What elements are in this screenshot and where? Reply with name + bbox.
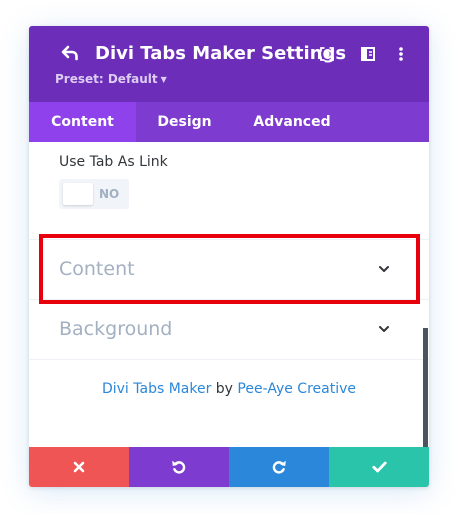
more-options-button[interactable] <box>391 44 411 64</box>
preset-label: Preset: Default <box>55 72 158 86</box>
scrollbar[interactable] <box>423 328 428 447</box>
preset-selector[interactable]: Preset: Default ▼ <box>55 71 167 88</box>
expand-icon <box>320 47 334 61</box>
settings-modal: Divi Tabs Maker Settings Preset: Default… <box>29 26 429 487</box>
author-link[interactable]: Pee-Aye Creative <box>237 381 356 397</box>
modal-title: Divi Tabs Maker Settings <box>95 43 347 64</box>
more-vertical-icon <box>399 47 403 61</box>
section-content-toggle[interactable]: Content <box>29 239 429 299</box>
discard-button[interactable] <box>29 447 129 487</box>
section-background-label: Background <box>59 318 173 340</box>
settings-tabs: Content Design Advanced <box>29 102 429 142</box>
modal-footer <box>29 447 429 487</box>
snap-sidebar-button[interactable] <box>358 44 378 64</box>
modal-header: Divi Tabs Maker Settings Preset: Default… <box>29 26 429 102</box>
section-content-label: Content <box>59 258 135 280</box>
divider <box>29 359 429 360</box>
close-icon <box>73 461 85 473</box>
undo-button[interactable] <box>129 447 229 487</box>
credit-by: by <box>215 381 233 397</box>
tab-advanced[interactable]: Advanced <box>233 102 351 142</box>
back-button[interactable] <box>59 42 81 64</box>
back-arrow-icon <box>61 45 78 61</box>
redo-button[interactable] <box>229 447 329 487</box>
use-tab-as-link-toggle[interactable]: NO <box>59 179 129 209</box>
save-button[interactable] <box>329 447 429 487</box>
check-icon <box>371 461 387 473</box>
settings-body: Use Tab As Link NO Content Background Di… <box>29 142 429 447</box>
redo-icon <box>272 460 286 474</box>
tab-content[interactable]: Content <box>29 102 136 142</box>
sidebar-split-icon <box>361 47 375 61</box>
use-tab-as-link-label: Use Tab As Link <box>59 154 168 170</box>
section-background-toggle[interactable]: Background <box>29 299 429 359</box>
expand-button[interactable] <box>317 44 337 64</box>
chevron-down-icon <box>379 266 389 272</box>
tab-design[interactable]: Design <box>136 102 233 142</box>
undo-icon <box>172 460 186 474</box>
product-link[interactable]: Divi Tabs Maker <box>102 381 211 397</box>
credit-line: Divi Tabs Maker by Pee-Aye Creative <box>29 380 429 398</box>
caret-down-icon: ▼ <box>160 75 167 84</box>
chevron-down-icon <box>379 326 389 332</box>
toggle-knob <box>63 183 93 205</box>
toggle-state-label: NO <box>99 187 120 201</box>
